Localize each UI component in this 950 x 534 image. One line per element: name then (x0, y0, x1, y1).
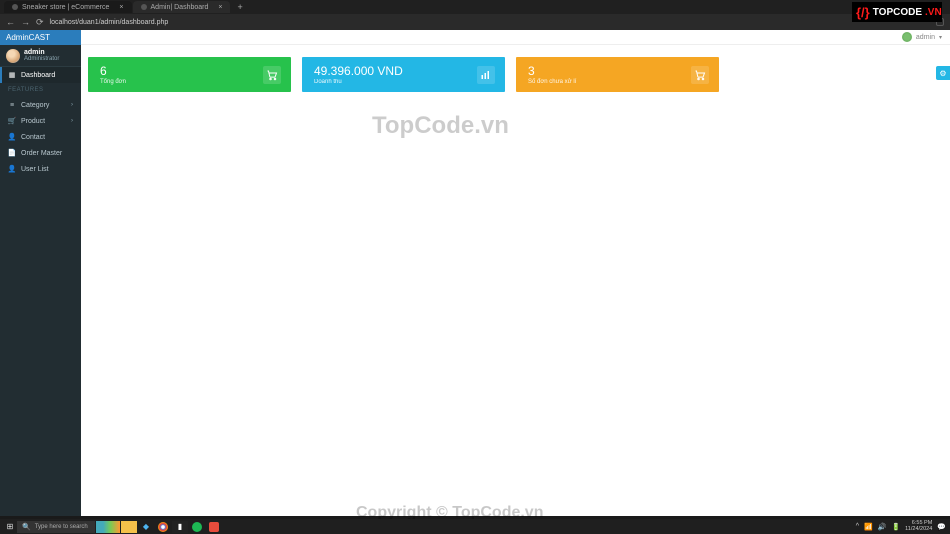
card-revenue[interactable]: 49.396.000 VND Doanh thu (302, 57, 505, 92)
nav-forward-button[interactable]: → (21, 17, 30, 27)
nav-label: User List (21, 166, 49, 173)
overlay-text: TOPCODE (873, 7, 922, 18)
tray-chevron-icon[interactable]: ^ (856, 523, 859, 530)
nav-contact[interactable]: 👤 Contact (0, 129, 81, 145)
sidebar-user-role: Administrator (24, 56, 59, 62)
brand-logo[interactable]: AdminCAST (0, 30, 81, 45)
chevron-right-icon: › (71, 102, 73, 108)
nav-category[interactable]: ≡ Category › (0, 97, 81, 113)
system-tray: ^ 📶 🔊 🔋 6:55 PM 11/24/2024 💬 (856, 521, 946, 532)
new-tab-button[interactable]: + (237, 2, 242, 12)
tab-title: Sneaker store | eCommerce (22, 4, 109, 11)
topcode-overlay-logo: {/} TOPCODE.VN (852, 2, 942, 22)
file-icon: 📄 (8, 149, 16, 157)
card-label: Số đơn chưa xử lí (528, 79, 576, 85)
main-content: 6 Tổng đơn 49.396.000 VND Doanh thu 3 (81, 30, 950, 516)
nav-back-button[interactable]: ← (6, 17, 15, 27)
nav-dashboard[interactable]: ▦ Dashboard (0, 67, 81, 83)
taskbar-app-chrome[interactable] (158, 522, 168, 532)
taskbar-app-terminal[interactable]: ▮ (172, 521, 188, 533)
list-icon: ≡ (8, 102, 16, 109)
user-icon: 👤 (8, 165, 16, 173)
start-button[interactable]: ⊞ (4, 521, 16, 533)
nav-label: Dashboard (21, 72, 55, 79)
header-username: admin (916, 34, 935, 41)
avatar-icon (902, 32, 912, 42)
address-url[interactable]: localhost/duan1/admin/dashboard.php (50, 19, 169, 26)
cart-icon: 🛒 (8, 117, 16, 125)
nav-label: Contact (21, 134, 45, 141)
card-total-orders[interactable]: 6 Tổng đơn (88, 57, 291, 92)
nav-userlist[interactable]: 👤 User List (0, 161, 81, 177)
tray-network-icon[interactable]: 📶 (864, 523, 873, 531)
taskbar-app-spotify[interactable] (192, 522, 202, 532)
user-icon: 👤 (8, 133, 16, 141)
browser-tab-1[interactable]: Sneaker store | eCommerce × (4, 1, 132, 13)
nav-section-features: FEATURES (0, 83, 81, 97)
browser-tab-2[interactable]: Admin| Dashboard × (133, 1, 231, 13)
taskbar-app-explorer[interactable] (121, 521, 137, 533)
sidebar-user-panel: admin Administrator (0, 45, 81, 67)
tab-close-icon[interactable]: × (218, 4, 222, 11)
tab-close-icon[interactable]: × (119, 4, 123, 11)
notification-icon[interactable]: 💬 (937, 523, 946, 531)
taskbar-clock[interactable]: 6:55 PM 11/24/2024 (905, 521, 932, 532)
cart-icon (263, 66, 281, 84)
taskbar-search[interactable]: 🔍 Type here to search (17, 521, 95, 533)
chevron-right-icon: › (71, 118, 73, 124)
tab-title: Admin| Dashboard (151, 4, 209, 11)
card-value: 6 (100, 65, 126, 77)
sidebar-user-name: admin (24, 49, 59, 56)
overlay-vn: .VN (925, 7, 942, 18)
avatar-icon (6, 49, 20, 63)
browser-titlebar: Sneaker store | eCommerce × Admin| Dashb… (0, 0, 950, 14)
nav-label: Order Master (21, 150, 62, 157)
nav-product[interactable]: 🛒 Product › (0, 113, 81, 129)
chevron-down-icon: ▾ (939, 34, 942, 41)
cart-icon (691, 66, 709, 84)
page: AdminCAST admin ▾ admin Administrator ▦ … (0, 30, 950, 516)
windows-taskbar: ⊞ 🔍 Type here to search ◆ ▮ ^ 📶 🔊 🔋 6:55… (0, 519, 950, 534)
code-icon: {/} (856, 5, 870, 20)
taskbar-app-generic[interactable] (209, 522, 219, 532)
tab-favicon (12, 4, 18, 10)
top-header: AdminCAST admin ▾ (0, 30, 950, 45)
tray-battery-icon[interactable]: 🔋 (891, 523, 900, 531)
search-icon: 🔍 (22, 523, 31, 531)
card-label: Tổng đơn (100, 79, 126, 85)
sidebar-menu: ▦ Dashboard FEATURES ≡ Category › 🛒 Prod… (0, 67, 81, 177)
tray-volume-icon[interactable]: 🔊 (878, 523, 887, 531)
taskbar-app-vscode[interactable]: ◆ (138, 521, 154, 533)
search-placeholder: Type here to search (35, 524, 88, 530)
browser-addressbar: ← → ⟳ localhost/duan1/admin/dashboard.ph… (0, 14, 950, 30)
dashboard-cards: 6 Tổng đơn 49.396.000 VND Doanh thu 3 (81, 45, 950, 92)
nav-label: Category (21, 102, 49, 109)
tab-favicon (141, 4, 147, 10)
nav-order[interactable]: 📄 Order Master (0, 145, 81, 161)
card-label: Doanh thu (314, 79, 403, 85)
sidebar: admin Administrator ▦ Dashboard FEATURES… (0, 30, 81, 516)
nav-label: Product (21, 118, 45, 125)
section-label: FEATURES (8, 87, 44, 93)
taskbar-app-thumb[interactable] (96, 521, 120, 533)
card-value: 49.396.000 VND (314, 65, 403, 77)
clock-date: 11/24/2024 (905, 527, 932, 533)
gear-icon: ⚙ (939, 69, 946, 78)
header-user-menu[interactable]: admin ▾ (902, 32, 950, 42)
chart-icon (477, 66, 495, 84)
sidebar-user-info: admin Administrator (24, 49, 59, 62)
card-pending-orders[interactable]: 3 Số đơn chưa xử lí (516, 57, 719, 92)
card-value: 3 (528, 65, 576, 77)
nav-reload-button[interactable]: ⟳ (36, 17, 44, 28)
settings-toggle[interactable]: ⚙ (936, 66, 950, 80)
grid-icon: ▦ (8, 71, 16, 79)
